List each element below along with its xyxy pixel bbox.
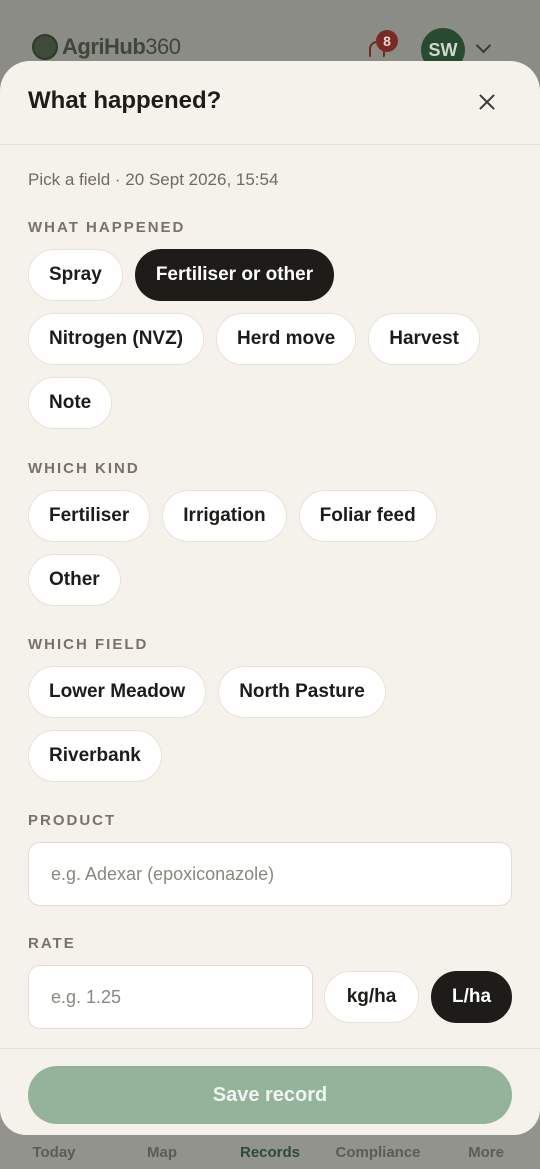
chip-spray[interactable]: Spray <box>28 249 123 301</box>
nav-label: Today <box>32 1144 76 1161</box>
rate-input[interactable] <box>28 965 313 1029</box>
chevron-down-icon[interactable] <box>475 37 492 54</box>
chip-foliar-feed[interactable]: Foliar feed <box>298 490 437 542</box>
chip-fertiliser[interactable]: Fertiliser <box>28 490 151 542</box>
chip-fertiliser-or-other[interactable]: Fertiliser or other <box>134 249 335 301</box>
logo-suffix: 360 <box>145 34 181 59</box>
sheet-header: What happened? <box>0 61 540 145</box>
chip-nitrogen-nvz[interactable]: Nitrogen (NVZ) <box>28 313 205 365</box>
nav-label: Records <box>239 1144 301 1161</box>
record-sheet: What happened? Pick a field · 20 Sept 20… <box>0 61 540 1135</box>
sheet-title: What happened? <box>28 87 222 114</box>
notification-badge: 8 <box>376 30 398 52</box>
chip-harvest[interactable]: Harvest <box>368 313 480 365</box>
which-field-options: Lower Meadow North Pasture Riverbank <box>28 666 518 782</box>
chip-other[interactable]: Other <box>28 554 121 606</box>
chip-herd-move[interactable]: Herd move <box>216 313 357 365</box>
rate-label: RATE <box>28 935 76 952</box>
context-line: Pick a field · 20 Sept 2026, 15:54 <box>28 170 279 189</box>
chip-irrigation[interactable]: Irrigation <box>162 490 287 542</box>
nav-label: Compliance <box>335 1144 421 1161</box>
nav-label: More <box>468 1144 504 1161</box>
unit-kg-ha[interactable]: kg/ha <box>324 971 419 1023</box>
chip-note[interactable]: Note <box>28 377 113 429</box>
chip-north-pasture[interactable]: North Pasture <box>218 666 386 718</box>
globe-icon <box>32 34 58 60</box>
chip-riverbank[interactable]: Riverbank <box>28 730 162 782</box>
what-happened-label: WHAT HAPPENED <box>28 219 186 236</box>
which-kind-label: WHICH KIND <box>28 460 140 477</box>
logo-text: AgriHub <box>62 34 146 59</box>
unit-l-ha[interactable]: L/ha <box>431 971 512 1023</box>
product-input[interactable] <box>28 842 512 906</box>
product-label: PRODUCT <box>28 812 117 829</box>
footer-divider <box>0 1048 540 1049</box>
chip-lower-meadow[interactable]: Lower Meadow <box>28 666 207 718</box>
nav-label: Map <box>147 1144 177 1161</box>
what-happened-options: Spray Fertiliser or other Nitrogen (NVZ)… <box>28 249 518 429</box>
close-icon[interactable] <box>472 87 502 117</box>
which-kind-options: Fertiliser Irrigation Foliar feed Other <box>28 490 518 606</box>
agrihub-logo[interactable]: AgriHub360 <box>32 34 181 60</box>
which-field-label: WHICH FIELD <box>28 636 149 653</box>
save-record-button[interactable]: Save record <box>28 1066 512 1124</box>
